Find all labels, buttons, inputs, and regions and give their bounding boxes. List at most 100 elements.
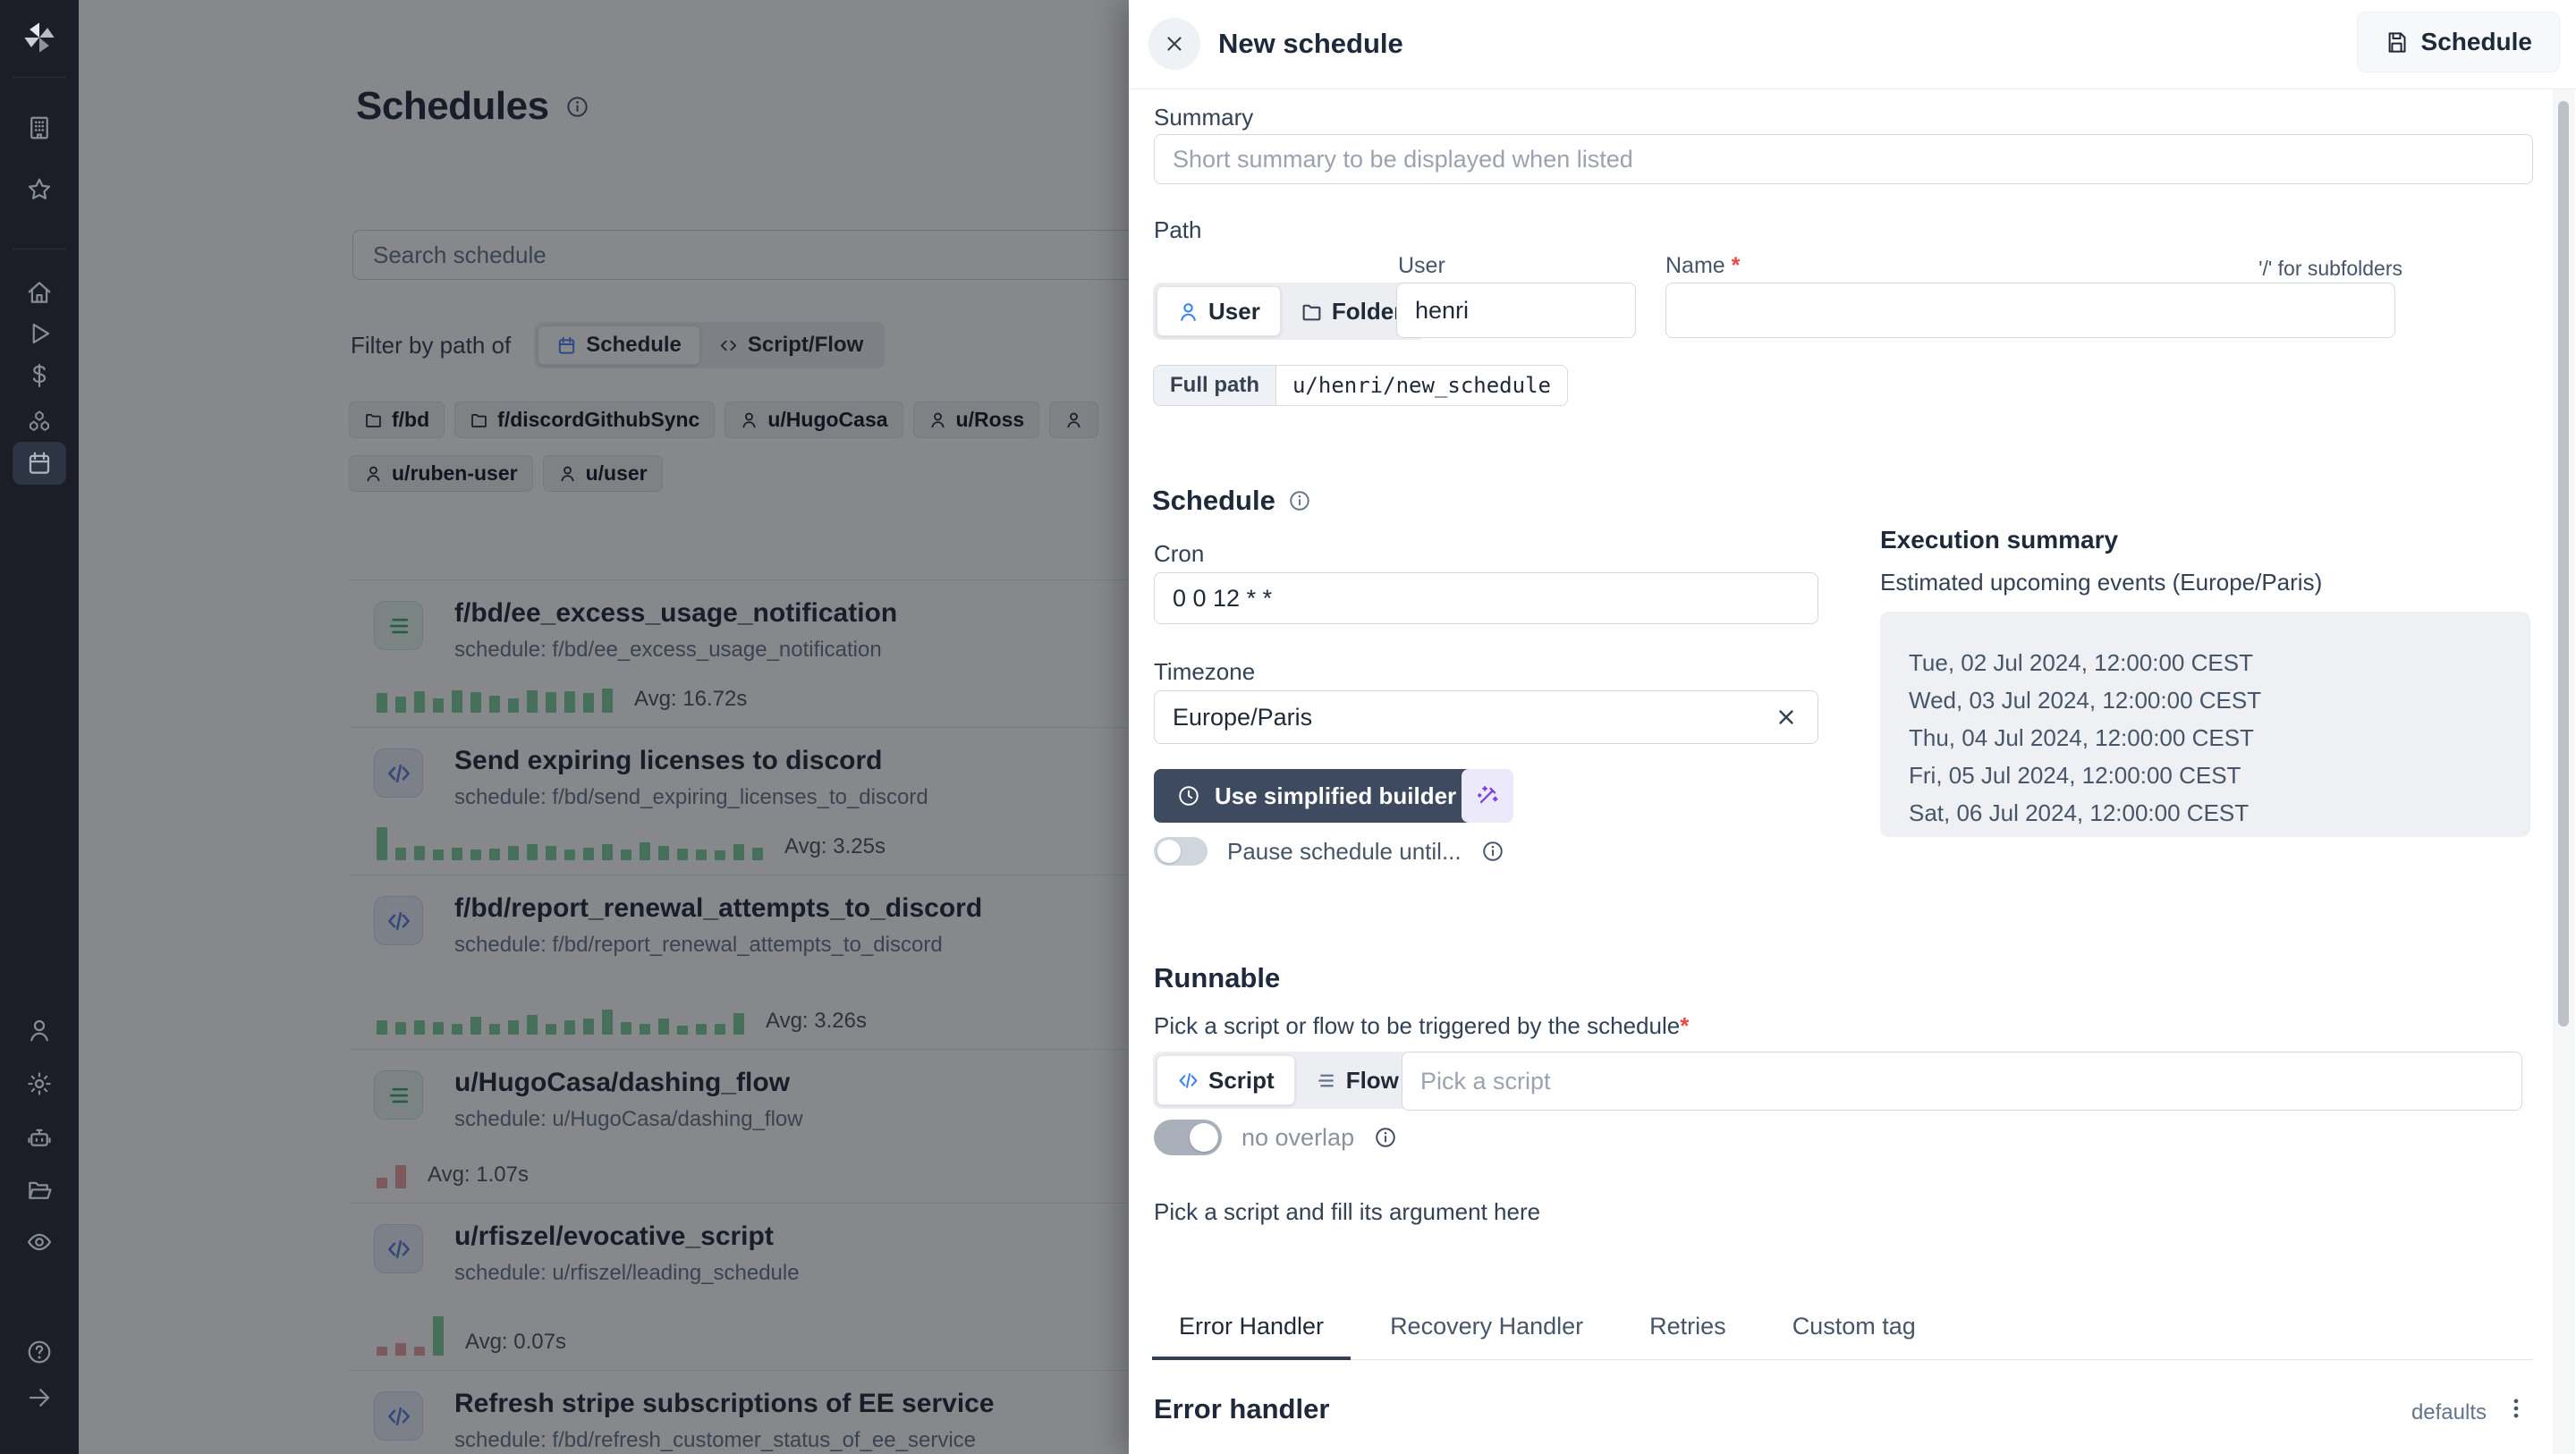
duration-bar[interactable] <box>583 1019 594 1035</box>
tab-custom-tag[interactable]: Custom tag <box>1766 1313 1943 1360</box>
schedule-row[interactable]: u/HugoCasa/dashing_flow schedule: u/HugoC… <box>349 1049 1129 1203</box>
filter-toggle-script-flow[interactable]: Script/Flow <box>700 325 881 365</box>
duration-bar[interactable] <box>733 1013 744 1035</box>
summary-input[interactable] <box>1154 134 2533 184</box>
workers-robot-icon[interactable] <box>0 1124 79 1151</box>
schedules-calendar-icon[interactable] <box>0 450 79 477</box>
duration-bar[interactable] <box>395 1343 406 1356</box>
favorites-star-icon[interactable] <box>0 176 79 203</box>
duration-bar[interactable] <box>696 1024 707 1035</box>
duration-bar[interactable] <box>715 850 725 860</box>
duration-bar[interactable] <box>696 850 707 860</box>
duration-bar[interactable] <box>414 1347 425 1356</box>
user-profile-icon[interactable] <box>0 1017 79 1044</box>
variables-dollar-icon[interactable] <box>0 362 79 389</box>
duration-bar[interactable] <box>489 1024 500 1035</box>
duration-bar[interactable] <box>715 1024 725 1035</box>
duration-bar[interactable] <box>546 692 556 713</box>
duration-bar[interactable] <box>621 850 631 860</box>
runnable-toggle-flow[interactable]: Flow <box>1295 1055 1419 1105</box>
duration-bar[interactable] <box>377 827 387 860</box>
runs-play-icon[interactable] <box>0 320 79 347</box>
duration-bar[interactable] <box>452 1024 462 1035</box>
duration-bar[interactable] <box>658 1019 669 1035</box>
duration-bar[interactable] <box>395 1022 406 1035</box>
duration-bar[interactable] <box>377 1020 387 1035</box>
duration-bar[interactable] <box>752 848 763 860</box>
path-filter-chip[interactable]: f/bd <box>349 402 445 438</box>
owner-toggle-user[interactable]: User <box>1157 286 1281 336</box>
duration-bar[interactable] <box>395 848 406 860</box>
settings-gear-icon[interactable] <box>0 1070 79 1097</box>
info-icon[interactable] <box>1374 1126 1397 1149</box>
info-icon[interactable] <box>1481 840 1504 863</box>
schedule-row[interactable]: Send expiring licenses to discord schedul… <box>349 727 1129 875</box>
filter-toggle-schedule[interactable]: Schedule <box>538 325 700 365</box>
tab-error-handler[interactable]: Error Handler <box>1152 1313 1352 1360</box>
drawer-scrollbar[interactable] <box>2553 90 2574 1454</box>
path-user-input[interactable] <box>1396 283 1636 338</box>
expand-arrow-right-icon[interactable] <box>0 1384 79 1411</box>
duration-bar[interactable] <box>395 697 406 713</box>
duration-bar[interactable] <box>677 849 688 860</box>
schedule-row[interactable]: Refresh stripe subscriptions of EE servi… <box>349 1370 1129 1454</box>
runnable-toggle-script[interactable]: Script <box>1157 1055 1295 1105</box>
info-icon[interactable] <box>1288 489 1311 512</box>
folders-icon[interactable] <box>0 1177 79 1204</box>
duration-bar[interactable] <box>602 1010 613 1035</box>
close-icon[interactable] <box>1148 18 1200 70</box>
path-name-input[interactable] <box>1665 283 2395 338</box>
duration-bar[interactable] <box>508 698 519 713</box>
duration-bar[interactable] <box>377 693 387 713</box>
duration-bar[interactable] <box>621 1022 631 1035</box>
cron-input[interactable] <box>1154 572 1818 624</box>
clear-timezone-icon[interactable] <box>1775 706 1798 733</box>
ai-wand-button[interactable] <box>1462 769 1513 823</box>
duration-bar[interactable] <box>433 698 444 713</box>
path-filter-chip[interactable] <box>1049 402 1099 438</box>
duration-bar[interactable] <box>527 690 538 713</box>
duration-bar[interactable] <box>564 850 575 860</box>
schedule-row[interactable]: u/rfiszel/evocative_script schedule: u/rf… <box>349 1203 1129 1370</box>
duration-bar[interactable] <box>414 691 425 713</box>
help-icon[interactable] <box>0 1339 79 1365</box>
duration-bar[interactable] <box>640 1024 650 1035</box>
tab-retries[interactable]: Retries <box>1623 1313 1753 1360</box>
pick-script-input[interactable] <box>1402 1052 2522 1111</box>
path-filter-chip[interactable]: u/HugoCasa <box>724 402 903 438</box>
duration-bar[interactable] <box>414 846 425 860</box>
home-icon[interactable] <box>0 279 79 306</box>
duration-bar[interactable] <box>640 842 650 860</box>
duration-bar[interactable] <box>489 696 500 713</box>
path-filter-chip[interactable]: u/Ross <box>912 402 1040 438</box>
duration-bar[interactable] <box>395 1165 406 1188</box>
use-simplified-builder-button[interactable]: Use simplified builder <box>1154 769 1480 823</box>
duration-bar[interactable] <box>433 1022 444 1035</box>
path-filter-chip[interactable]: f/discordGithubSync <box>454 402 716 438</box>
schedule-row[interactable]: f/bd/report_renewal_attempts_to_discord s… <box>349 875 1129 1049</box>
duration-bar[interactable] <box>733 844 744 860</box>
windmill-logo-icon[interactable] <box>0 19 79 56</box>
duration-bar[interactable] <box>527 844 538 860</box>
duration-bar[interactable] <box>377 1178 387 1188</box>
tab-recovery-handler[interactable]: Recovery Handler <box>1363 1313 1610 1360</box>
duration-bar[interactable] <box>602 689 613 713</box>
duration-bar[interactable] <box>546 846 556 860</box>
path-filter-chip[interactable]: u/user <box>542 455 663 492</box>
duration-bar[interactable] <box>508 1020 519 1035</box>
no-overlap-toggle[interactable] <box>1154 1120 1222 1155</box>
duration-bar[interactable] <box>452 690 462 713</box>
kebab-menu-icon[interactable] <box>2503 1395 2529 1426</box>
search-input[interactable] <box>352 230 1129 280</box>
logs-eye-icon[interactable] <box>0 1229 79 1255</box>
duration-bar[interactable] <box>433 850 444 860</box>
duration-bar[interactable] <box>583 693 594 713</box>
duration-bar[interactable] <box>489 849 500 860</box>
pause-schedule-toggle[interactable] <box>1154 837 1208 866</box>
timezone-input[interactable] <box>1154 690 1818 744</box>
duration-bar[interactable] <box>470 1017 481 1035</box>
duration-bar[interactable] <box>583 848 594 860</box>
schedule-save-button[interactable]: Schedule <box>2356 12 2560 72</box>
duration-bar[interactable] <box>470 850 481 860</box>
duration-bar[interactable] <box>658 846 669 860</box>
